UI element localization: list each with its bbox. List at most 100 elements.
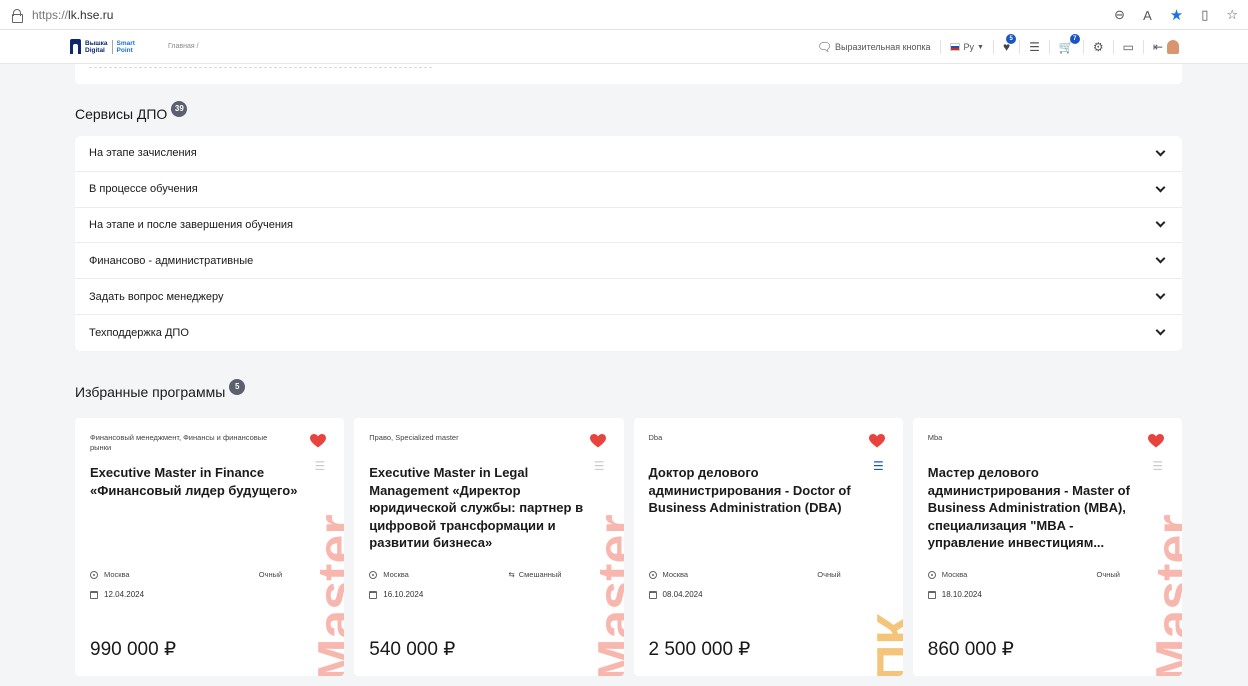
program-card[interactable]: Dba Доктор делового администрирования - … — [633, 418, 903, 676]
breadcrumb[interactable]: Главная / — [168, 43, 199, 50]
chevron-down-icon — [1155, 289, 1166, 300]
settings-button[interactable]: ⚙ — [1084, 40, 1114, 54]
card-price: 540 000 ₽ — [369, 639, 456, 660]
monitor-button[interactable]: ▭ — [1114, 40, 1144, 54]
card-title[interactable]: Executive Master in Legal Management «Ди… — [369, 464, 589, 552]
services-count-badge: 39 — [171, 101, 188, 117]
logout-icon[interactable]: ⇤ — [1153, 40, 1163, 54]
card-title[interactable]: Доктор делового администрирования - Doct… — [649, 464, 869, 517]
lock-icon — [12, 8, 23, 23]
accordion-item-support[interactable]: Техподдержка ДПО — [75, 315, 1182, 351]
chevron-down-icon — [1155, 253, 1166, 264]
compare-list-icon[interactable]: ☰ — [314, 460, 325, 472]
compare-list-icon[interactable]: ☰ — [1152, 460, 1163, 472]
calendar-icon — [369, 590, 378, 599]
program-card[interactable]: Финансовый менеджмент, Финансы и финансо… — [75, 418, 345, 676]
compare-list-icon[interactable]: ☰ — [873, 460, 884, 472]
card-title[interactable]: Мастер делового администрирования - Mast… — [928, 464, 1148, 552]
accordion-item-studying[interactable]: В процессе обучения — [75, 172, 1182, 208]
location-pin-icon — [369, 570, 378, 579]
card-category: Право, Specialized master — [369, 433, 459, 442]
card-price: 990 000 ₽ — [90, 639, 177, 660]
card-category: Dba — [648, 433, 663, 442]
card-watermark: Master — [1152, 482, 1182, 676]
list-button[interactable]: ☰ — [1020, 40, 1050, 54]
chevron-down-icon — [1155, 182, 1166, 193]
card-format: Смешанный — [518, 570, 562, 579]
heart-icon[interactable] — [589, 434, 606, 448]
card-location: Москва — [941, 570, 968, 579]
header-actions: 🗨 Выразительная кнопка Ру ▼ ♥ 5 ☰ 🛒 7 ⚙ … — [808, 30, 1188, 64]
monitor-icon: ▭ — [1122, 40, 1134, 54]
program-card[interactable]: Право, Specialized master Executive Mast… — [354, 418, 624, 676]
express-button[interactable]: 🗨 Выразительная кнопка — [808, 40, 941, 54]
svg-text:ПК: ПК — [873, 613, 903, 676]
avatar[interactable] — [1167, 40, 1179, 54]
cart-count-badge: 7 — [1069, 34, 1080, 44]
split-screen-icon[interactable]: ▯ — [1201, 7, 1208, 23]
card-category: Mba — [927, 433, 943, 442]
logo[interactable]: Вышка Digital Smart Point — [70, 39, 135, 54]
logo-mark-icon — [70, 39, 81, 54]
card-location: Москва — [662, 570, 689, 579]
svg-text:Master: Master — [314, 514, 344, 676]
chevron-down-icon — [1155, 218, 1166, 228]
card-format: Очный — [817, 570, 841, 579]
accordion-item-completion[interactable]: На этапе и после завершения обучения — [75, 208, 1182, 244]
card-date: 12.04.2024 — [104, 590, 145, 599]
browser-toolbar: ⊖ A ★ ▯ ☆ — [1114, 0, 1238, 30]
favorites-title: Избранные программы 5 — [75, 379, 246, 400]
program-card[interactable]: Mba Мастер делового администрирования - … — [912, 418, 1182, 676]
calendar-icon — [90, 590, 98, 599]
favorites-button[interactable]: ♥ 5 — [994, 34, 1021, 54]
accordion-item-ask-manager[interactable]: Задать вопрос менеджеру — [75, 279, 1182, 315]
accordion-item-finance[interactable]: Финансово - административные — [75, 243, 1182, 280]
favorites-list-icon[interactable]: ☆ — [1226, 7, 1238, 23]
location-pin-icon — [90, 570, 98, 579]
card-title[interactable]: Executive Master in Finance «Финансовый … — [90, 464, 310, 499]
favorites-count-badge: 5 — [229, 379, 246, 395]
card-format: Очный — [258, 570, 283, 579]
services-accordion: На этапе зачисления В процессе обучения … — [75, 136, 1182, 351]
gear-icon: ⚙ — [1092, 40, 1104, 54]
location-pin-icon — [648, 570, 657, 579]
program-cards: Финансовый менеджмент, Финансы и финансо… — [75, 418, 1182, 676]
address-url[interactable]: https://lk.hse.ru — [32, 8, 113, 22]
favorites-count-badge: 5 — [1006, 34, 1017, 44]
calendar-icon — [927, 590, 936, 599]
site-header: Вышка Digital Smart Point Главная / 🗨 Выра… — [0, 30, 1248, 64]
heart-icon[interactable] — [310, 434, 327, 448]
card-price: 860 000 ₽ — [927, 639, 1014, 660]
accordion-item-enrollment[interactable]: На этапе зачисления — [75, 136, 1182, 172]
card-date: 16.10.2024 — [383, 590, 424, 599]
card-category: Финансовый менеджмент, Финансы и финансо… — [90, 433, 268, 452]
zoom-icon[interactable]: ⊖ — [1114, 7, 1125, 23]
card-watermark: Master — [594, 482, 624, 676]
read-aloud-icon[interactable]: A — [1143, 8, 1152, 23]
language-select[interactable]: Ру ▼ — [941, 40, 994, 54]
calendar-icon — [648, 590, 657, 599]
russian-flag-icon — [949, 43, 960, 51]
card-watermark: ПК — [873, 482, 903, 676]
favorite-star-icon[interactable]: ★ — [1170, 6, 1183, 24]
card-date: 18.10.2024 — [941, 590, 982, 599]
chevron-down-icon — [1155, 325, 1166, 336]
logout-area: ⇤ — [1144, 40, 1188, 54]
card-watermark: Master — [314, 482, 344, 676]
services-title: Сервисы ДПО 39 — [75, 101, 188, 122]
svg-text:Master: Master — [594, 514, 624, 676]
svg-text:Master: Master — [1152, 514, 1182, 676]
cart-button[interactable]: 🛒 7 — [1050, 34, 1084, 54]
heart-icon[interactable] — [1148, 434, 1164, 448]
list-icon: ☰ — [1029, 40, 1040, 54]
chevron-down-icon — [1155, 146, 1166, 157]
heart-icon[interactable] — [868, 434, 885, 448]
card-location: Москва — [383, 570, 409, 579]
chat-icon: 🗨 — [816, 40, 833, 54]
browser-address-bar: https://lk.hse.ru ⊖ A ★ ▯ ☆ — [0, 0, 1248, 30]
top-card — [75, 64, 1182, 84]
card-date: 08.04.2024 — [662, 590, 703, 599]
card-price: 2 500 000 ₽ — [648, 639, 751, 660]
compare-list-icon[interactable]: ☰ — [594, 460, 605, 472]
card-format: Очный — [1096, 570, 1120, 579]
